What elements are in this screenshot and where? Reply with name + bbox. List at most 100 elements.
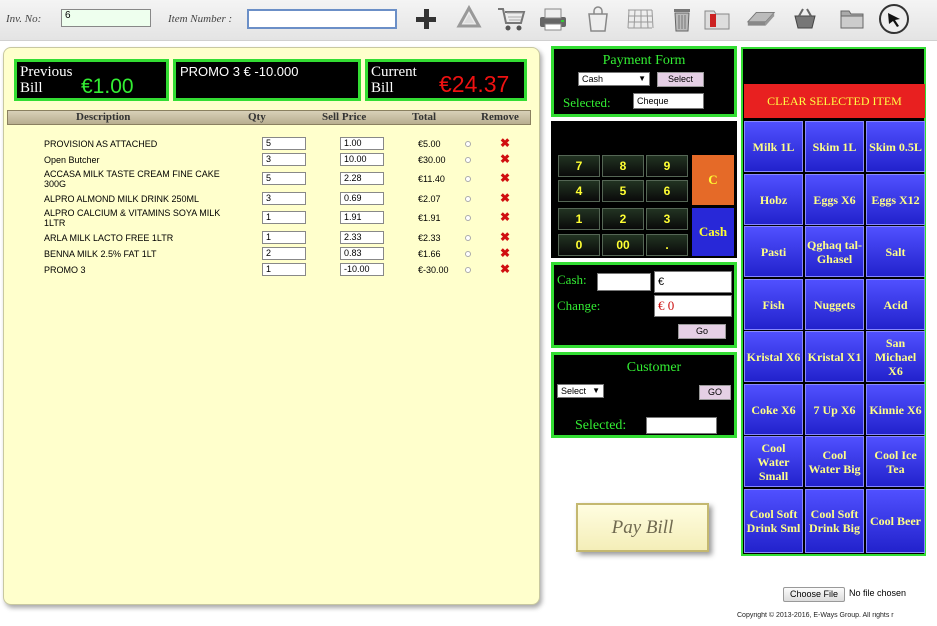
product-cool-soft-drink-big[interactable]: Cool Soft Drink Big [805,489,864,553]
grid-icon[interactable] [624,3,656,35]
remove-icon[interactable]: ✖ [500,192,510,204]
key-8[interactable]: 8 [602,155,644,177]
customer-select[interactable]: Select ▼ [557,384,604,398]
top-toolbar: Inv. No: 6 Item Number : [0,0,937,41]
cash-key[interactable]: Cash [692,208,734,256]
row-checkbox[interactable] [465,196,471,202]
cursor-icon[interactable] [878,3,910,35]
row-price-input[interactable]: 0.83 [340,247,384,260]
product-cool-ice-tea[interactable]: Cool Ice Tea [866,436,925,487]
row-checkbox[interactable] [465,141,471,147]
remove-icon[interactable]: ✖ [500,247,510,259]
product-cool-water-small[interactable]: Cool Water Small [744,436,803,487]
clear-selected-item-button[interactable]: CLEAR SELECTED ITEM [744,84,925,118]
plus-icon[interactable] [410,3,442,35]
remove-icon[interactable]: ✖ [500,137,510,149]
key-3[interactable]: 3 [646,208,688,230]
product-coke-x6[interactable]: Coke X6 [744,384,803,435]
product-hobz[interactable]: Hobz [744,174,803,225]
row-checkbox[interactable] [465,251,471,257]
payment-select-button[interactable]: Select [657,72,704,87]
payment-selected-input[interactable]: Cheque [633,93,704,109]
key-dot[interactable]: . [646,234,688,256]
product-milk-1l[interactable]: Milk 1L [744,121,803,172]
key-2[interactable]: 2 [602,208,644,230]
remove-icon[interactable]: ✖ [500,172,510,184]
row-qty-input[interactable]: 5 [262,172,306,185]
product-eggs-x6[interactable]: Eggs X6 [805,174,864,225]
row-checkbox[interactable] [465,267,471,273]
row-qty-input[interactable]: 3 [262,192,306,205]
key-0[interactable]: 0 [558,234,600,256]
customer-selected-input[interactable] [646,417,717,434]
product-qghaq-tal-ghasel[interactable]: Qghaq tal-Ghasel [805,226,864,277]
row-price-input[interactable]: -10.00 [340,263,384,276]
product-skim-1l[interactable]: Skim 1L [805,121,864,172]
row-qty-input[interactable]: 1 [262,231,306,244]
row-checkbox[interactable] [465,235,471,241]
row-price-input[interactable]: 0.69 [340,192,384,205]
folder-red-icon[interactable] [701,3,733,35]
row-total: €2.33 [418,233,441,243]
basket-icon[interactable] [789,3,821,35]
product-fish[interactable]: Fish [744,279,803,330]
remove-icon[interactable]: ✖ [500,153,510,165]
product-eggs-x12[interactable]: Eggs X12 [866,174,925,225]
pay-bill-button[interactable]: Pay Bill [576,503,709,552]
product-kristal-x6[interactable]: Kristal X6 [744,331,803,382]
key-00[interactable]: 00 [602,234,644,256]
product-kinnie-x6[interactable]: Kinnie X6 [866,384,925,435]
item-number-input[interactable] [247,9,397,29]
row-qty-input[interactable]: 5 [262,137,306,150]
choose-file-button[interactable]: Choose File [783,587,845,602]
row-qty-input[interactable]: 1 [262,263,306,276]
row-qty-input[interactable]: 2 [262,247,306,260]
product-san-michael-x6[interactable]: San Michael X6 [866,331,925,382]
row-checkbox[interactable] [465,157,471,163]
product-kristal-x1[interactable]: Kristal X1 [805,331,864,382]
key-4[interactable]: 4 [558,180,600,202]
row-price-input[interactable]: 2.28 [340,172,384,185]
cash-euro-input[interactable]: € [654,271,732,293]
invoice-number-input[interactable]: 6 [61,9,151,27]
product-pasti[interactable]: Pasti [744,226,803,277]
row-qty-input[interactable]: 1 [262,211,306,224]
remove-icon[interactable]: ✖ [500,231,510,243]
product-acid[interactable]: Acid [866,279,925,330]
remove-icon[interactable]: ✖ [500,263,510,275]
trash-icon[interactable] [666,3,698,35]
payment-method-select[interactable]: Cash ▼ [578,72,650,86]
clear-key[interactable]: C [692,155,734,205]
folder-icon[interactable] [836,3,868,35]
printer-icon[interactable] [537,3,569,35]
row-qty-input[interactable]: 3 [262,153,306,166]
col-remove: Remove [481,111,519,123]
key-9[interactable]: 9 [646,155,688,177]
key-1[interactable]: 1 [558,208,600,230]
cash-input[interactable] [597,273,651,291]
row-price-input[interactable]: 1.91 [340,211,384,224]
remove-icon[interactable]: ✖ [500,211,510,223]
key-6[interactable]: 6 [646,180,688,202]
bag-icon[interactable] [582,3,614,35]
product-skim-05l[interactable]: Skim 0.5L [866,121,925,172]
row-checkbox[interactable] [465,176,471,182]
product-salt[interactable]: Salt [866,226,925,277]
cash-go-button[interactable]: Go [678,324,726,339]
row-checkbox[interactable] [465,215,471,221]
row-price-input[interactable]: 2.33 [340,231,384,244]
product-nuggets[interactable]: Nuggets [805,279,864,330]
product-7up-x6[interactable]: 7 Up X6 [805,384,864,435]
row-price-input[interactable]: 1.00 [340,137,384,150]
product-cool-beer[interactable]: Cool Beer [866,489,925,553]
cart-icon[interactable] [495,3,527,35]
key-5[interactable]: 5 [602,180,644,202]
key-7[interactable]: 7 [558,155,600,177]
product-cool-soft-drink-sml[interactable]: Cool Soft Drink Sml [744,489,803,553]
change-label: Change: [557,298,601,313]
scanner-icon[interactable] [745,3,777,35]
recycle-icon[interactable] [453,3,485,35]
customer-go-button[interactable]: GO [699,385,731,400]
product-cool-water-big[interactable]: Cool Water Big [805,436,864,487]
row-price-input[interactable]: 10.00 [340,153,384,166]
